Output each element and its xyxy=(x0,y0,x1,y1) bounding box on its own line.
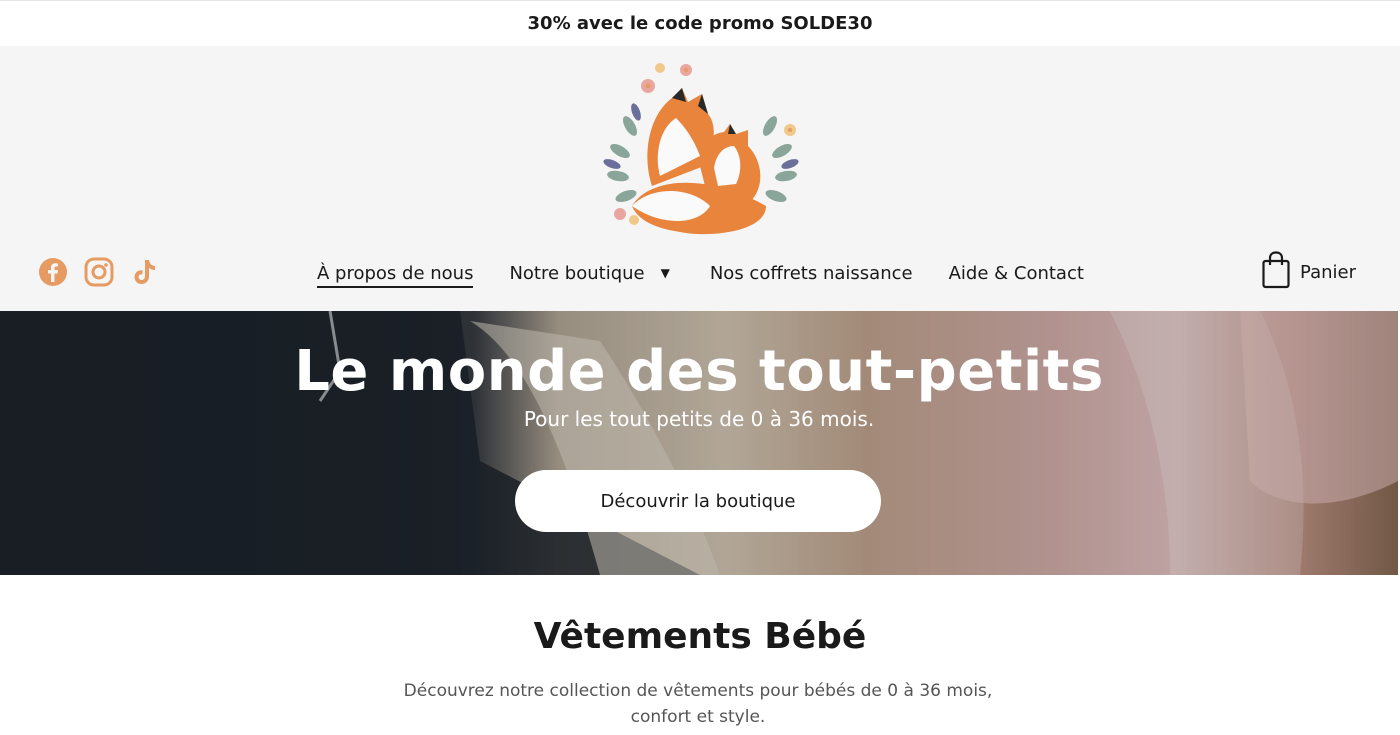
nav-item-label: Aide & Contact xyxy=(948,262,1084,284)
promo-text: 30% avec le code promo SOLDE30 xyxy=(527,13,873,34)
cart-label: Panier xyxy=(1300,262,1356,283)
nav-item-boutique[interactable]: Notre boutique ▼ xyxy=(509,263,669,284)
main-nav: À propos de nous Notre boutique ▼ Nos co… xyxy=(317,257,1084,289)
hero-subtitle: Pour les tout petits de 0 à 36 mois. xyxy=(523,407,875,431)
nav-item-label: Notre boutique xyxy=(509,262,645,284)
tiktok-icon[interactable] xyxy=(130,257,160,287)
nav-item-coffrets[interactable]: Nos coffrets naissance xyxy=(710,263,913,284)
nav-item-label: Nos coffrets naissance xyxy=(709,262,913,284)
caret-down-icon: ▼ xyxy=(660,266,670,280)
fox-logo[interactable] xyxy=(590,56,810,241)
site-header: À propos de nous Notre boutique ▼ Nos co… xyxy=(0,46,1400,311)
hero-title: Le monde des tout-petits xyxy=(294,339,1104,404)
section-description: Découvrez notre collection de vêtements … xyxy=(403,681,993,727)
hero-banner: Le monde des tout-petits Pour les tout p… xyxy=(0,311,1398,575)
shopping-bag-icon xyxy=(1262,251,1290,294)
section-title: Vêtements Bébé xyxy=(533,616,867,657)
social-links xyxy=(38,257,160,287)
nav-item-aide-contact[interactable]: Aide & Contact xyxy=(949,263,1084,284)
promo-bar: 30% avec le code promo SOLDE30 xyxy=(0,0,1400,46)
instagram-icon[interactable] xyxy=(84,257,114,287)
nav-item-label: À propos de nous xyxy=(317,262,474,284)
facebook-icon[interactable] xyxy=(38,257,68,287)
nav-item-a-propos[interactable]: À propos de nous xyxy=(317,262,474,288)
cart-button[interactable]: Panier xyxy=(1262,251,1356,294)
discover-shop-button[interactable]: Découvrir la boutique xyxy=(515,470,881,532)
